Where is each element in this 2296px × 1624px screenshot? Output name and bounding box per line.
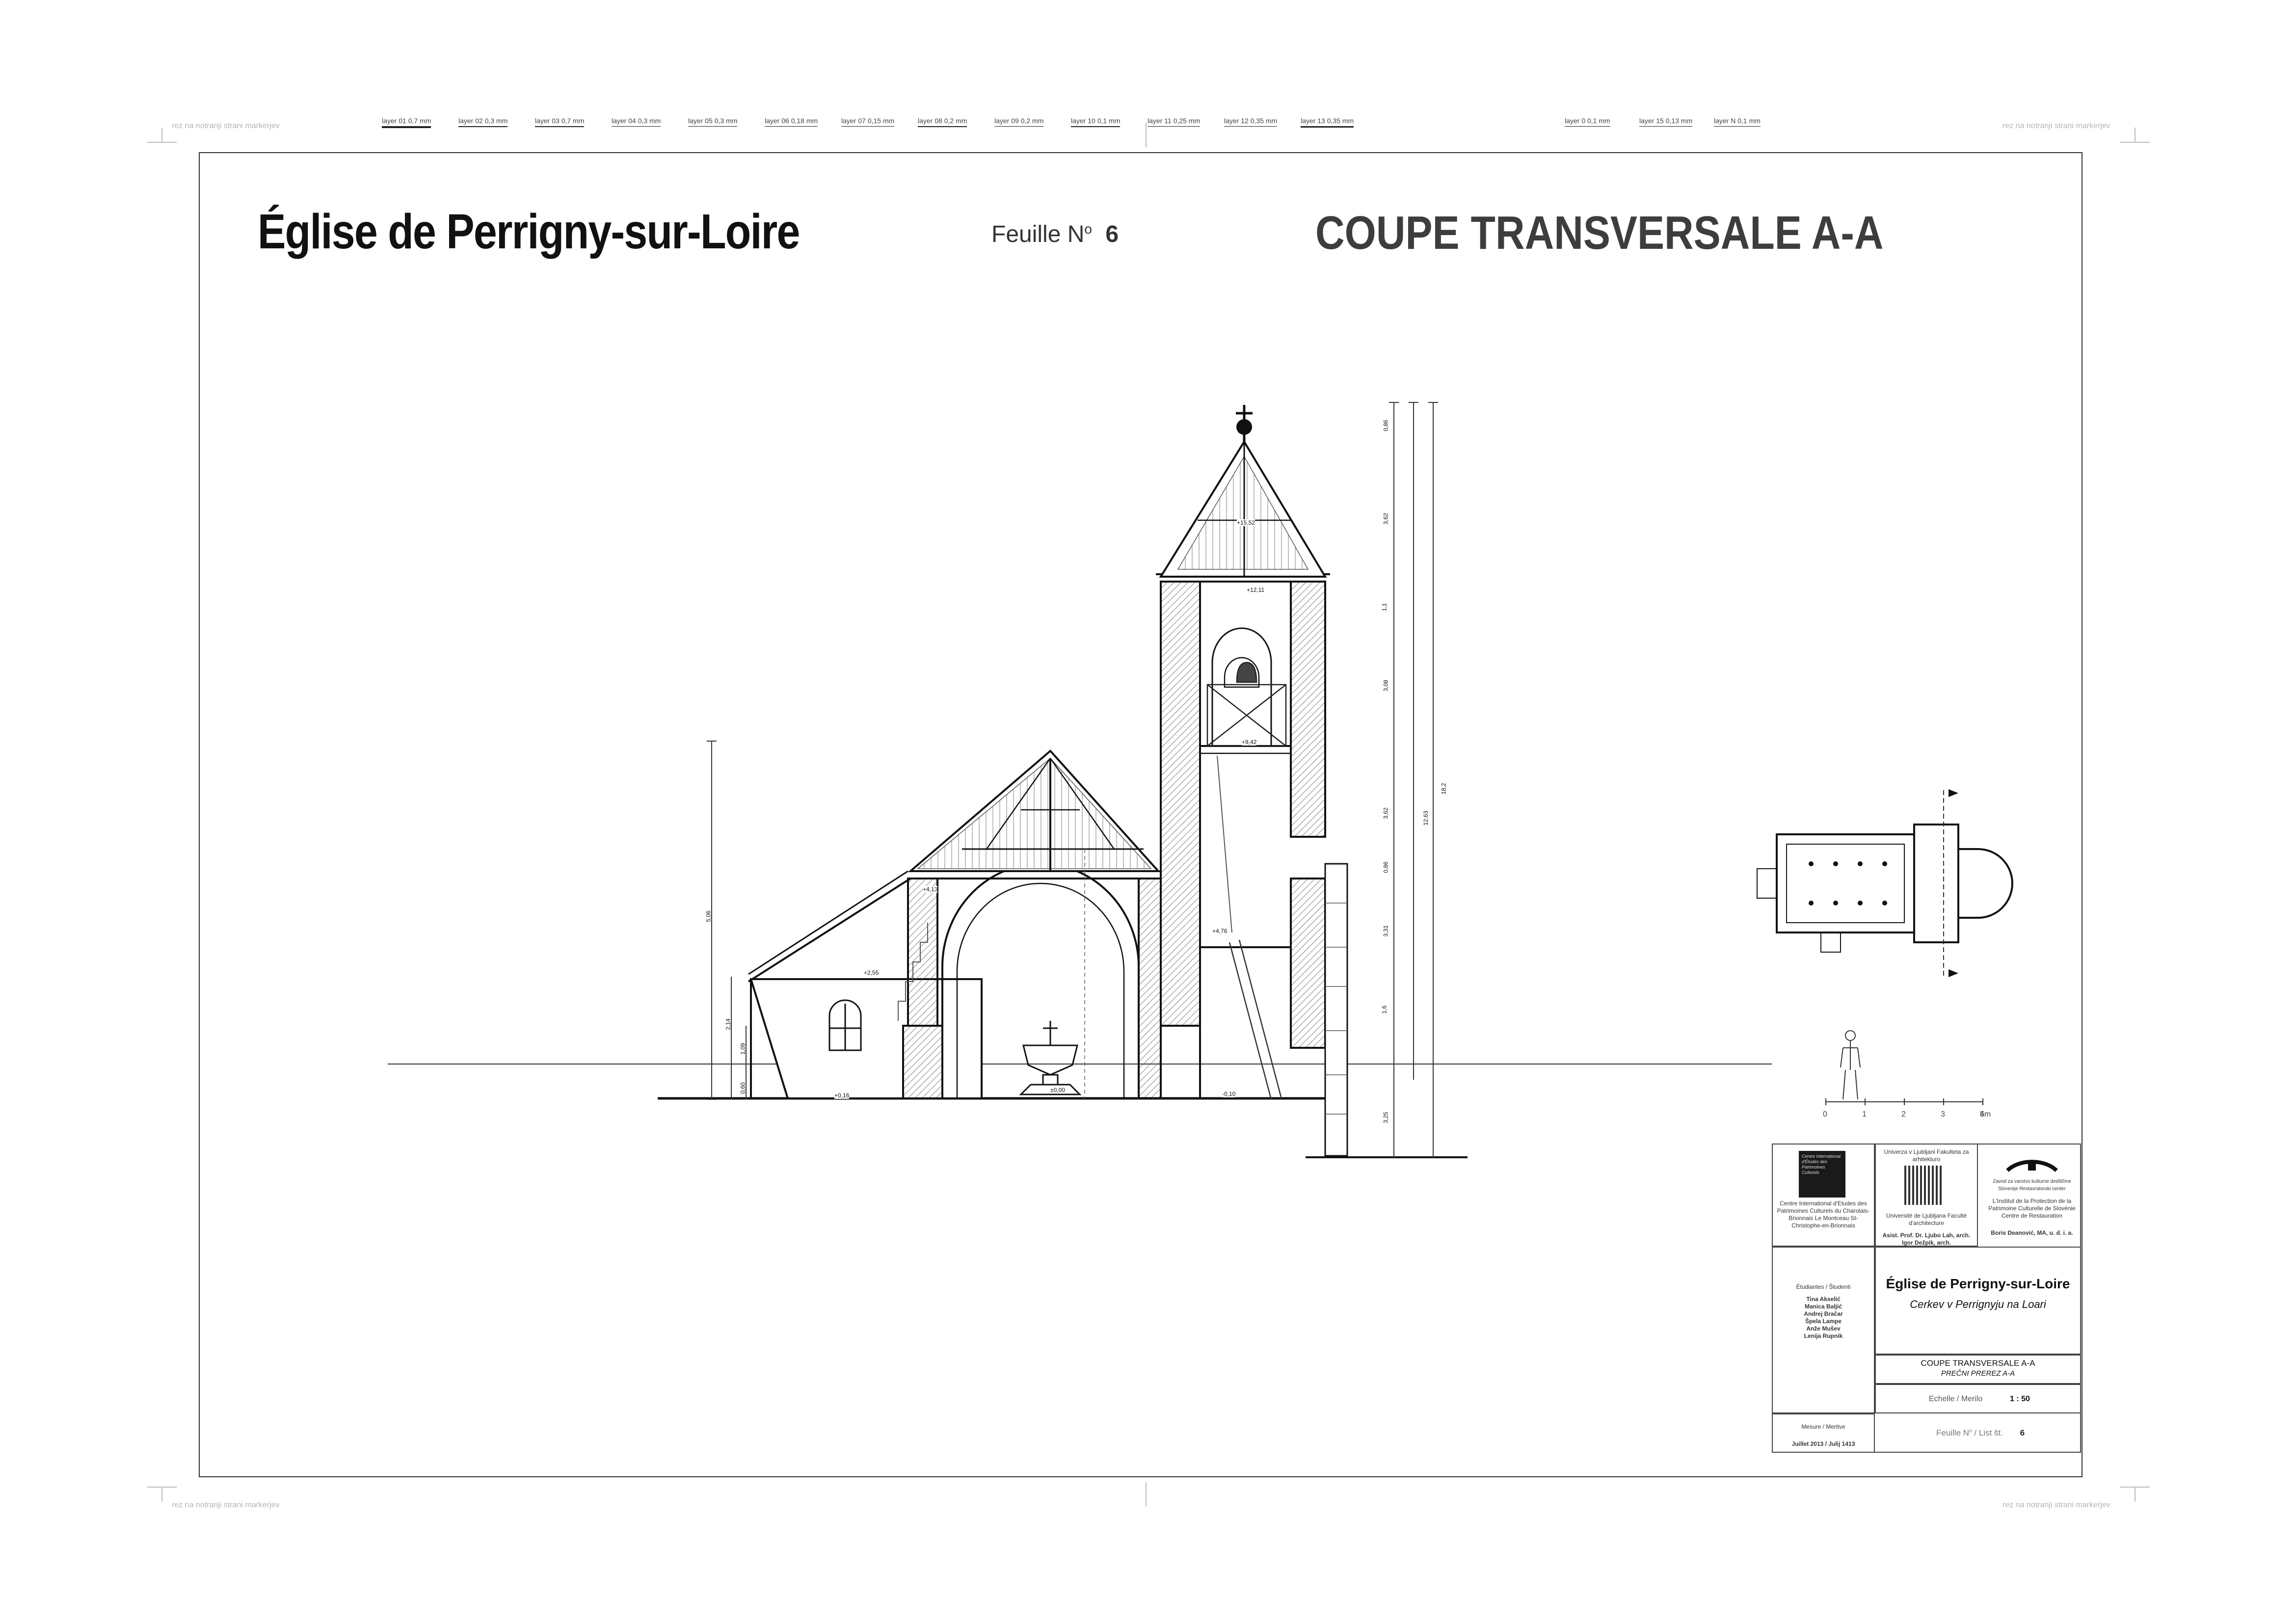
- dim-segment-label: 3,62: [1382, 513, 1389, 525]
- logo3-header: Zavod za varstvo kulturne dediščine Slov…: [1993, 1179, 2071, 1192]
- title-block-sheet-number: 6: [2020, 1428, 2025, 1438]
- right-wall: [1324, 863, 1348, 1157]
- level-label: +15,52: [1237, 519, 1255, 526]
- level-label: +4,13: [923, 886, 938, 893]
- survey-date: Juillet 2013 / Julij 1413: [1791, 1440, 1855, 1447]
- section-arrow-bottom: [1949, 969, 1958, 977]
- scale-tick-label: 1: [1862, 1110, 1867, 1118]
- title-block-drawing-sl: PREČNI PREREZ A-A: [1941, 1369, 2015, 1378]
- dim-segment-label: 3,08: [1382, 680, 1389, 692]
- dim-right-mid: 12,63: [1422, 810, 1430, 826]
- level-label: +9,42: [1242, 739, 1257, 745]
- dim-segment-label: 0,86: [1382, 861, 1389, 873]
- students-label: Étudiantes / Študenti: [1796, 1283, 1851, 1290]
- scale-tick-label: 2: [1901, 1110, 1906, 1118]
- dim-left-b: 1,09: [739, 1043, 747, 1055]
- logo2-header: Univerza v Ljubljani Fakulteta za arhite…: [1884, 1148, 1969, 1163]
- dim-segment-label: 1,1: [1381, 603, 1388, 612]
- floor-plan-key: [1757, 789, 2013, 977]
- student-name: Špela Lampe: [1805, 1318, 1842, 1325]
- bell-tower: [1156, 573, 1330, 1099]
- title-block-sheet-label: Feuille N: [1936, 1428, 1970, 1438]
- level-label: +12,11: [1247, 586, 1265, 593]
- logo2-name: Université de Ljubljana Faculté d'archit…: [1886, 1212, 1967, 1226]
- dim-segment-label: 1,6: [1381, 1005, 1388, 1014]
- dim-segment-label: 3,25: [1382, 1112, 1389, 1123]
- logo2-people: Asist. Prof. Dr. Ljubo Lah, arch. Igor D…: [1882, 1232, 1971, 1246]
- section-arrow-top: [1949, 789, 1958, 797]
- survey-label: Mesure / Meritve: [1801, 1423, 1845, 1430]
- level-label: +0,16: [834, 1092, 850, 1099]
- scale-tick-label: 0: [1823, 1110, 1827, 1118]
- bell-frame: [1206, 662, 1287, 747]
- students-list: Tina Akselić Manica Baljić Andrej Bračar Šp…: [1777, 1296, 1870, 1340]
- dim-left-c: 0,60: [739, 1082, 747, 1094]
- right-dimension-lines: [1389, 402, 1438, 1158]
- student-name: Anže Mušev: [1806, 1325, 1841, 1332]
- student-name: Tina Akselić: [1806, 1296, 1841, 1303]
- uni-ljubljana-logo: [1904, 1166, 1944, 1205]
- level-label: ±0,00: [1050, 1087, 1065, 1093]
- left-annex: [748, 870, 983, 1099]
- dim-left-a: 2,14: [724, 1018, 732, 1030]
- dim-left-total: 5,06: [705, 910, 712, 922]
- dim-segment-label: 3,62: [1382, 807, 1389, 819]
- logo3-people: Boris Deanović, MA, u. d. i. a.: [1991, 1229, 2073, 1236]
- level-label: -0,10: [1222, 1091, 1236, 1097]
- title-block-sheet: Feuille No / List št. 6: [1936, 1428, 2025, 1438]
- student-name: Andrej Bračar: [1804, 1310, 1843, 1317]
- title-block-drawing-fr: COUPE TRANSVERSALE A-A: [1921, 1358, 2035, 1368]
- level-label: +4,76: [1212, 928, 1228, 934]
- ladder: [1228, 939, 1282, 1100]
- scale-tick-label: 3: [1941, 1110, 1945, 1118]
- nave-roof: [908, 749, 1161, 872]
- ciep-logo-text: Centre International d'Études des Patrim…: [1802, 1154, 1841, 1175]
- scale-bar: [1825, 1030, 1983, 1105]
- dim-segment-label: 3,31: [1382, 925, 1389, 937]
- scale-tick-label: 5m: [1980, 1110, 1991, 1118]
- title-block-church: Église de Perrigny-sur-Loire: [1886, 1276, 2070, 1291]
- student-name: Lenija Rupnik: [1804, 1332, 1843, 1339]
- logo3-name: L'Institut de la Protection de la Patrim…: [1988, 1198, 2076, 1219]
- student-name: Manica Baljić: [1804, 1303, 1842, 1310]
- spire: [1159, 440, 1327, 578]
- baptismal-font: [1019, 1021, 1082, 1095]
- logo1-address: Centre International d'Etudes des Patrim…: [1777, 1200, 1870, 1229]
- title-block-church-sl: Cerkev v Perrignyju na Loari: [1910, 1298, 2046, 1310]
- dim-segment-label: 0,86: [1382, 420, 1389, 431]
- cross-icon: [1236, 405, 1253, 442]
- title-block-sheet-label-sl: / List št.: [1974, 1428, 2003, 1438]
- scale-label: Echelle / Merilo: [1929, 1395, 1983, 1403]
- zvkds-logo: [2006, 1160, 2058, 1172]
- scale-value: 1 : 50: [2010, 1395, 2030, 1403]
- nave-section: [902, 863, 1162, 1099]
- ciep-logo: Centre International d'Études des Patrim…: [1799, 1151, 1845, 1198]
- level-label: +2,55: [864, 969, 879, 976]
- dim-right-total: 18,2: [1440, 783, 1447, 795]
